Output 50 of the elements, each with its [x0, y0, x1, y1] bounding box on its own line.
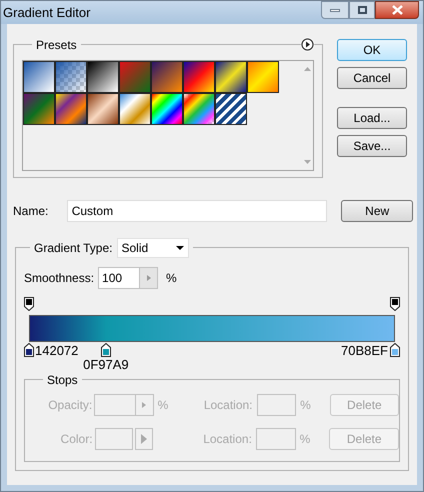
opacity-stop[interactable]	[24, 297, 34, 311]
close-icon	[392, 5, 402, 15]
gradient-swatch[interactable]	[151, 93, 183, 125]
gradient-type-label: Gradient Type:	[34, 240, 112, 257]
color-stop-label: 142072	[35, 344, 78, 358]
location-label: Location:	[202, 397, 254, 414]
button[interactable]: Save...	[337, 135, 407, 157]
gradient-swatch[interactable]	[23, 61, 55, 93]
opacity-label: Opacity:	[47, 397, 94, 414]
name-label: Name:	[12, 203, 50, 220]
gradient-swatch[interactable]	[151, 61, 183, 93]
gradient-swatch[interactable]	[119, 93, 151, 125]
gradient-swatch[interactable]	[55, 93, 87, 125]
gradient-swatch[interactable]	[247, 61, 279, 93]
arrow-icon	[140, 434, 147, 444]
menu-arrow-icon[interactable]	[301, 38, 314, 51]
button[interactable]: Load...	[337, 107, 407, 129]
button[interactable]: Cancel	[337, 67, 407, 89]
default-button[interactable]: OK	[337, 39, 407, 61]
color-stop[interactable]	[100, 343, 111, 357]
smoothness-unit: %	[166, 270, 177, 287]
smoothness-field[interactable]: 100	[98, 267, 158, 289]
color-stop-label: 0F97A9	[83, 358, 129, 372]
minimize-button[interactable]	[321, 1, 349, 19]
button[interactable]: New	[341, 200, 413, 222]
smoothness-label: Smoothness:	[24, 270, 94, 287]
gradient-swatch[interactable]	[87, 61, 119, 93]
gradient-swatch[interactable]	[183, 93, 215, 125]
color-stop[interactable]	[24, 343, 34, 357]
close-button[interactable]	[375, 1, 419, 19]
gradient-swatch[interactable]	[87, 93, 119, 125]
color-label: Color:	[60, 431, 94, 448]
gradient-type-dropdown[interactable]: Solid	[116, 238, 188, 258]
gradient-swatch[interactable]	[183, 61, 215, 93]
gradient-swatch[interactable]	[215, 61, 247, 93]
color-stop[interactable]	[390, 343, 400, 357]
opacity-stop[interactable]	[390, 297, 400, 311]
name-field[interactable]: Custom	[66, 200, 328, 222]
gradient-swatch[interactable]	[23, 93, 55, 125]
unit-label: %	[156, 397, 170, 414]
gradient-swatch[interactable]	[55, 61, 87, 93]
location-label: Location:	[202, 431, 253, 448]
unit-label: %	[298, 431, 312, 448]
gradient-swatch[interactable]	[215, 93, 247, 125]
gradient-swatch[interactable]	[119, 61, 151, 93]
unit-label: %	[299, 397, 312, 414]
maximize-button[interactable]	[349, 1, 375, 19]
color-stop-label: 70B8EF	[341, 344, 388, 358]
window-title: Gradient Editor	[3, 4, 90, 22]
dropdown-arrow-icon	[176, 246, 184, 250]
